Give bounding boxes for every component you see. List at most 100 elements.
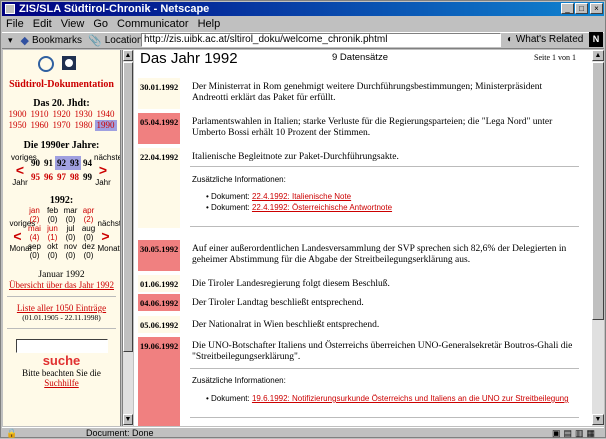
monat-label: Monat (97, 244, 120, 253)
decade-link[interactable]: 1970 (51, 120, 73, 131)
decade-link[interactable]: 1980 (73, 120, 95, 131)
month-link[interactable]: jan (26, 206, 44, 215)
month-link[interactable]: sep (26, 242, 44, 251)
next-year-nav[interactable]: nächstes > Jahr (94, 153, 120, 187)
main-scrollbar[interactable]: ▲ ▼ (592, 50, 604, 426)
decade-link[interactable]: 1960 (29, 120, 51, 131)
menu-file[interactable]: File (6, 18, 24, 30)
all-entries-link[interactable]: Liste aller 1050 Einträge (3, 303, 120, 313)
arrow-left-icon[interactable]: < (10, 228, 26, 244)
document-list: • Dokument: 22.4.1992: Italienische Note… (192, 191, 578, 213)
browser-window: ZIS/SLA Südtirol-Chronik - Netscape _ □ … (0, 0, 606, 438)
whats-related-button[interactable]: ◐ What's Related (507, 34, 583, 45)
entry-date: 22.04.1992 (140, 152, 179, 162)
month-link[interactable]: okt (44, 242, 62, 251)
page-indicator: Seite 1 von 1 (534, 53, 576, 62)
sidebar-logo (3, 54, 120, 77)
month-count: (1) (47, 233, 58, 242)
month-link[interactable]: aug (80, 224, 98, 233)
additional-info-label: Zusätzliche Informationen: (192, 376, 286, 385)
search-button[interactable]: suche (3, 353, 120, 368)
next-year-label: nächstes (94, 153, 120, 162)
doc-label: Dokument: (211, 192, 250, 201)
netscape-app-icon (5, 4, 15, 14)
arrow-right-icon[interactable]: > (94, 162, 112, 178)
year-link[interactable]: 93 (68, 156, 81, 170)
scroll-down-icon[interactable]: ▼ (592, 414, 604, 425)
decade-link[interactable]: 1900 (7, 109, 29, 120)
maximize-button[interactable]: □ (575, 3, 588, 14)
security-icon[interactable]: 🔒 (6, 428, 86, 439)
record-count: 9 Datensätze (332, 52, 388, 63)
year-link[interactable]: 95 (29, 170, 42, 184)
prev-month-label: voriges (9, 219, 36, 228)
month-link[interactable]: mai (26, 224, 44, 233)
minimize-button[interactable]: _ (561, 3, 574, 14)
document-link[interactable]: 22.4.1992: Italienische Note (252, 192, 351, 201)
entry-date: 05.04.1992 (140, 117, 179, 127)
netscape-logo-icon: N (589, 32, 603, 47)
document-link[interactable]: 22.4.1992: Österreichische Antwortnote (252, 203, 392, 212)
year-link-current[interactable]: 92 (55, 156, 68, 170)
months-heading: 1992: (49, 195, 74, 206)
divider (190, 368, 579, 369)
menu-help[interactable]: Help (198, 18, 221, 30)
scroll-down-icon[interactable]: ▼ (123, 414, 133, 425)
sidebar-scrollbar[interactable]: ▲ ▼ (122, 50, 133, 426)
scroll-up-icon[interactable]: ▲ (592, 50, 604, 61)
prev-month-nav[interactable]: voriges < Monat (9, 219, 36, 253)
overview-link[interactable]: Übersicht über das Jahr 1992 (3, 280, 120, 290)
month-link[interactable]: dez (80, 242, 98, 251)
title-bar: ZIS/SLA Südtirol-Chronik - Netscape (2, 2, 604, 16)
bookmarks-button[interactable]: Bookmarks (32, 35, 82, 46)
year-link[interactable]: 97 (55, 170, 68, 184)
year-link[interactable]: 94 (81, 156, 94, 170)
year-link[interactable]: 90 (29, 156, 42, 170)
logo-icon (37, 56, 76, 72)
decade-link[interactable]: 1920 (51, 109, 73, 120)
arrow-right-icon[interactable]: > (98, 228, 114, 244)
current-month: Januar 1992 (38, 270, 85, 280)
month-link[interactable]: jun (44, 224, 62, 233)
month-link[interactable]: mar (62, 206, 80, 215)
arrow-left-icon[interactable]: < (11, 162, 29, 178)
menu-edit[interactable]: Edit (33, 18, 52, 30)
month-link[interactable]: feb (44, 206, 62, 215)
menu-go[interactable]: Go (93, 18, 108, 30)
year-link[interactable]: 91 (42, 156, 55, 170)
location-label: Location: (104, 35, 146, 46)
menu-view[interactable]: View (61, 18, 85, 30)
close-button[interactable]: × (590, 3, 603, 14)
decade-link[interactable]: 1940 (95, 109, 117, 120)
component-bar-icons[interactable]: ▣▤▥▦ (552, 428, 598, 439)
search-input[interactable] (15, 339, 108, 353)
month-link[interactable]: apr (80, 206, 98, 215)
month-link[interactable]: jul (62, 224, 80, 233)
sidebar-title: Südtirol-Dokumentation (9, 79, 114, 90)
prev-year-nav[interactable]: voriges < Jahr (11, 153, 37, 187)
divider (7, 328, 116, 329)
entry-text: Der Ministerrat in Rom genehmigt weitere… (192, 82, 543, 103)
next-month-nav[interactable]: nächstes > Monat (97, 219, 121, 253)
months-grid: jan feb mar apr (2) (0) (0) (2) mai jun jul aug (… (26, 206, 98, 260)
year-link[interactable]: 96 (42, 170, 55, 184)
scroll-up-icon[interactable]: ▲ (123, 50, 133, 61)
decade-link-current[interactable]: 1990 (94, 120, 117, 131)
document-link[interactable]: 19.6.1992: Notifizierungsurkunde Österre… (252, 394, 569, 403)
url-input[interactable]: http://zis.uibk.ac.at/sltirol_doku/welco… (141, 33, 501, 47)
menu-communicator[interactable]: Communicator (117, 18, 189, 30)
status-text: Document: Done (86, 428, 154, 438)
decade-link[interactable]: 1930 (73, 109, 95, 120)
year-link[interactable]: 98 (68, 170, 81, 184)
decade-link[interactable]: 1910 (29, 109, 51, 120)
toolbar-grip-icon[interactable]: ▾ (8, 35, 13, 46)
search-help-link[interactable]: Suchhilfe (3, 378, 120, 388)
year-link[interactable]: 99 (81, 170, 94, 184)
entry-date: 19.06.1992 (140, 341, 179, 351)
document-item: • Dokument: 22.4.1992: Italienische Note (206, 192, 352, 201)
scroll-thumb[interactable] (123, 62, 133, 352)
decade-link[interactable]: 1950 (7, 120, 29, 131)
month-link[interactable]: nov (62, 242, 80, 251)
scroll-thumb[interactable] (592, 62, 604, 320)
years-nav: voriges < Jahr 90 91 92 93 94 95 96 97 98 99 näc… (3, 153, 120, 187)
